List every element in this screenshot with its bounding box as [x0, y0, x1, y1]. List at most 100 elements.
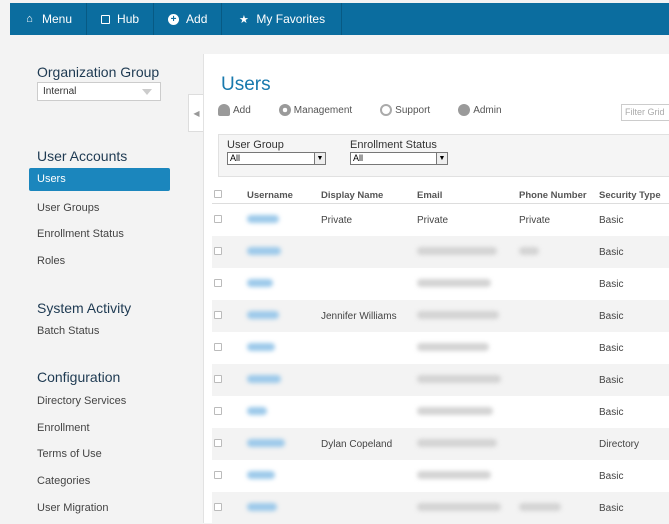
- row-checkbox[interactable]: [214, 310, 222, 319]
- username-redacted[interactable]: [247, 278, 273, 287]
- table-row[interactable]: Basic: [212, 492, 669, 524]
- sidebar-item-enrollment-status[interactable]: Enrollment Status: [37, 228, 124, 240]
- username-redacted[interactable]: [247, 214, 279, 223]
- admin-label: Admin: [473, 104, 502, 116]
- email-cell: Private: [417, 214, 449, 226]
- sidebar-item-directory-services[interactable]: Directory Services: [37, 395, 126, 407]
- display-name-cell: Dylan Copeland: [321, 438, 393, 450]
- enrollment-status-label: Enrollment Status: [350, 139, 437, 151]
- username-redacted[interactable]: [247, 310, 279, 319]
- hub-label: Hub: [117, 12, 140, 26]
- row-checkbox[interactable]: [214, 374, 222, 383]
- toolbar: Add Management Support Admin: [218, 104, 530, 116]
- configuration-title: Configuration: [37, 369, 121, 385]
- collapse-sidebar-handle[interactable]: ◀: [188, 94, 204, 132]
- sidebar-item-enrollment[interactable]: Enrollment: [37, 422, 90, 434]
- security-type-cell: Directory: [599, 438, 640, 450]
- my-favorites-label: My Favorites: [256, 12, 326, 26]
- select-all-checkbox[interactable]: [214, 190, 222, 198]
- table-row[interactable]: Basic: [212, 460, 669, 492]
- sidebar-item-roles[interactable]: Roles: [37, 255, 65, 267]
- table-row[interactable]: Jennifer Williams Basic: [212, 300, 669, 332]
- row-checkbox[interactable]: [214, 246, 222, 255]
- hub-button[interactable]: Hub: [87, 3, 155, 35]
- main-panel: Users Add Management Support Admin Filte…: [203, 54, 669, 524]
- enrollment-status-select[interactable]: All ▼: [350, 152, 448, 165]
- email-redacted: [417, 438, 497, 447]
- email-redacted: [417, 470, 491, 479]
- column-header-display-name[interactable]: Display Name: [300, 187, 397, 203]
- organization-group-select[interactable]: Internal: [37, 82, 161, 101]
- table-row[interactable]: Basic: [212, 364, 669, 396]
- chevron-left-icon: ◀: [193, 109, 200, 118]
- sidebar-item-users[interactable]: Users: [29, 168, 170, 191]
- user-accounts-title: User Accounts: [37, 148, 128, 164]
- page-title: Users: [221, 74, 271, 95]
- sidebar-item-user-groups[interactable]: User Groups: [37, 202, 99, 214]
- sidebar-item-terms-of-use[interactable]: Terms of Use: [37, 448, 102, 460]
- row-checkbox[interactable]: [214, 342, 222, 351]
- management-button[interactable]: Management: [278, 104, 353, 116]
- security-type-cell: Basic: [599, 310, 624, 322]
- row-checkbox[interactable]: [214, 470, 222, 479]
- username-redacted[interactable]: [247, 246, 281, 255]
- add-label: Add: [186, 12, 208, 26]
- phone-redacted: [519, 502, 561, 511]
- user-icon: [218, 104, 230, 116]
- admin-icon: [458, 104, 471, 116]
- user-group-select[interactable]: All ▼: [227, 152, 326, 165]
- email-redacted: [417, 278, 491, 287]
- row-checkbox[interactable]: [214, 278, 222, 287]
- security-type-cell: Basic: [599, 278, 624, 290]
- sidebar-item-batch-status[interactable]: Batch Status: [37, 325, 99, 337]
- display-name-cell: Jennifer Williams: [321, 310, 397, 322]
- support-button[interactable]: Support: [380, 104, 430, 116]
- display-name-cell: Private: [321, 214, 353, 226]
- table-row[interactable]: Basic: [212, 236, 669, 268]
- organization-group-title: Organization Group: [37, 64, 160, 80]
- home-icon: ⌂: [26, 13, 33, 25]
- security-type-cell: Basic: [599, 502, 624, 514]
- column-header-security-type[interactable]: Security Type: [592, 187, 669, 203]
- row-checkbox[interactable]: [214, 438, 222, 447]
- username-redacted[interactable]: [247, 438, 285, 447]
- my-favorites-button[interactable]: ★ My Favorites: [222, 3, 343, 35]
- table-row[interactable]: Basic: [212, 268, 669, 300]
- menu-button[interactable]: ⌂ Menu: [10, 3, 88, 35]
- sidebar-item-categories[interactable]: Categories: [37, 475, 90, 487]
- table-row[interactable]: Private Private Private Basic: [212, 204, 669, 236]
- sidebar-item-user-migration[interactable]: User Migration: [37, 502, 109, 514]
- admin-button[interactable]: Admin: [458, 104, 502, 116]
- support-label: Support: [395, 104, 431, 116]
- add-user-button[interactable]: Add: [218, 104, 251, 116]
- table-row[interactable]: Dylan Copeland Directory: [212, 428, 669, 460]
- column-header-email[interactable]: Email: [397, 187, 504, 203]
- column-header-phone-number[interactable]: Phone Number: [504, 187, 592, 203]
- security-type-cell: Basic: [599, 470, 624, 482]
- email-redacted: [417, 502, 501, 511]
- phone-cell: Private: [519, 214, 551, 226]
- chevron-down-icon: ▼: [436, 153, 447, 164]
- system-activity-title: System Activity: [37, 300, 132, 316]
- management-label: Management: [293, 104, 353, 116]
- username-redacted[interactable]: [247, 406, 267, 415]
- row-checkbox[interactable]: [214, 406, 222, 415]
- username-redacted[interactable]: [247, 374, 281, 383]
- sidebar: Organization Group Internal User Account…: [10, 35, 187, 523]
- username-redacted[interactable]: [247, 470, 275, 479]
- user-group-value: All: [230, 153, 241, 163]
- add-button[interactable]: + Add: [154, 3, 223, 35]
- phone-redacted: [519, 246, 539, 255]
- username-redacted[interactable]: [247, 502, 277, 511]
- column-header-username[interactable]: Username: [227, 187, 300, 203]
- email-redacted: [417, 406, 493, 415]
- row-checkbox[interactable]: [214, 502, 222, 511]
- table-row[interactable]: Basic: [212, 332, 669, 364]
- filter-grid-input[interactable]: Filter Grid: [621, 104, 669, 121]
- username-redacted[interactable]: [247, 342, 275, 351]
- plus-circle-icon: +: [168, 13, 180, 25]
- table-row[interactable]: Basic: [212, 396, 669, 428]
- chevron-down-icon: ▼: [314, 153, 325, 164]
- row-checkbox[interactable]: [214, 214, 222, 223]
- top-navigation-bar: ⌂ Menu Hub + Add ★ My Favorites: [10, 3, 669, 35]
